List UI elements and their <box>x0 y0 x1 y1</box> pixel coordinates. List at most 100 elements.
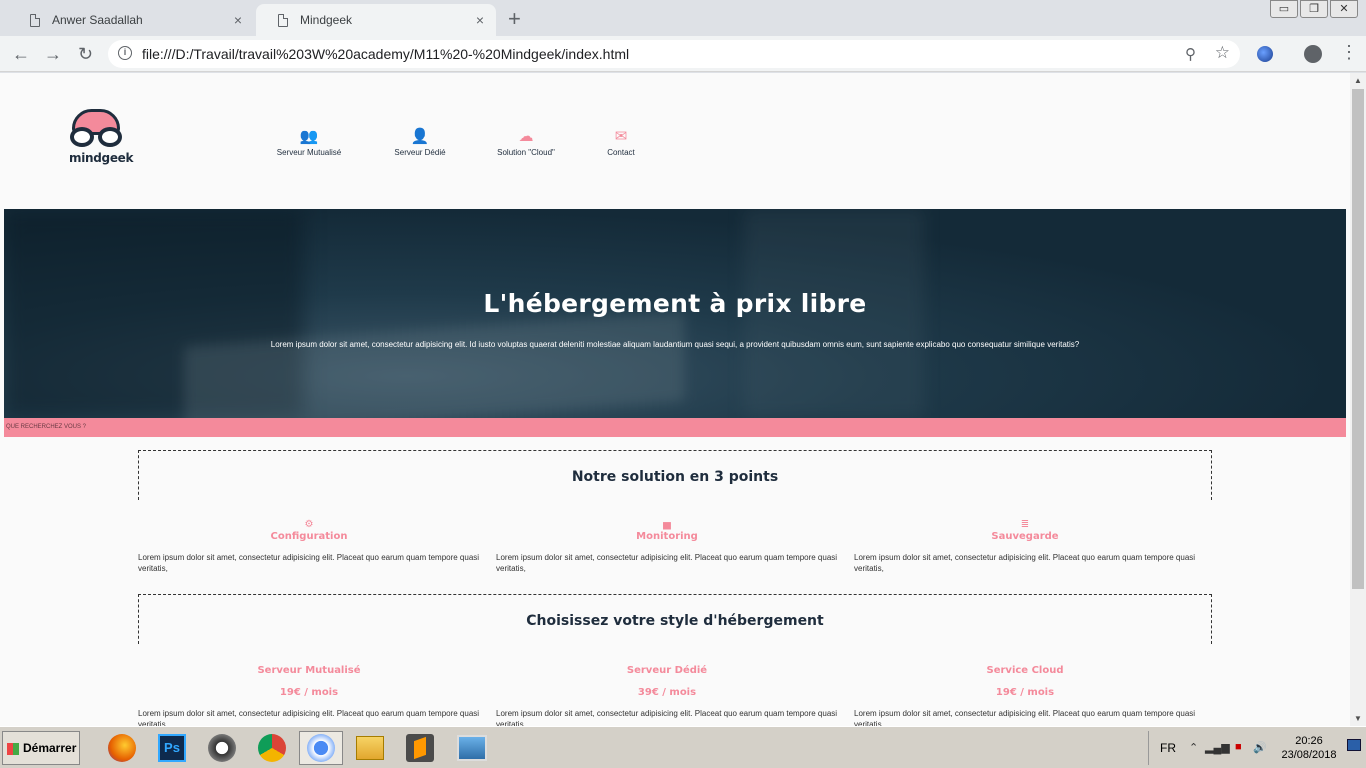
offer-title: Serveur Dédié <box>626 665 708 676</box>
url-text[interactable]: file:///D:/Travail/travail%203W%20academ… <box>142 46 629 62</box>
chrome-icon[interactable] <box>250 731 294 765</box>
menu-item-dedie[interactable]: 👤 Serveur Dédié <box>385 128 455 157</box>
menu-label: Contact <box>607 148 635 157</box>
point-title: Monitoring <box>636 531 698 542</box>
menu-label: Serveur Dédié <box>394 148 446 157</box>
new-tab-button[interactable]: + <box>508 6 521 32</box>
menu-label: Serveur Mutualisé <box>276 148 342 157</box>
tab-title: Mindgeek <box>300 13 353 27</box>
minimize-button[interactable]: ▭ <box>1270 0 1298 18</box>
info-icon[interactable]: i <box>118 46 132 60</box>
point-title: Sauvegarde <box>991 531 1059 542</box>
search-bar[interactable]: QUE RECHERCHEZ VOUS ? <box>4 418 1346 437</box>
menu-item-mutualise[interactable]: 👥 Serveur Mutualisé <box>270 128 348 157</box>
document-icon <box>278 13 288 27</box>
point-configuration: ⚙ Configuration Lorem ipsum dolor sit am… <box>138 519 480 574</box>
logo-text: mindgeek <box>69 151 134 165</box>
inkscape-icon[interactable] <box>200 731 244 765</box>
taskbar: Démarrer Ps FR ⌃ ▂▄▆ ■ 🔊 20:26 23/08/201… <box>0 726 1366 768</box>
tab-mindgeek[interactable]: Mindgeek × <box>256 4 496 36</box>
profile-avatar-icon[interactable] <box>1304 45 1322 63</box>
tab-strip: Anwer Saadallah × Mindgeek × + ▭ ❐ ✕ <box>0 0 1366 36</box>
cogs-icon: ⚙ <box>304 519 314 530</box>
menu-item-cloud[interactable]: ☁ Solution "Cloud" <box>488 128 564 157</box>
search-label: QUE RECHERCHEZ VOUS ? <box>6 424 87 430</box>
offer-mutualise[interactable]: Serveur Mutualisé 19€ / mois Lorem ipsum… <box>138 665 480 726</box>
extension-icon[interactable] <box>1257 46 1273 62</box>
clock-time: 20:26 <box>1295 735 1323 747</box>
show-desktop-icon[interactable] <box>1347 739 1361 751</box>
offer-price: 19€ / mois <box>279 687 339 698</box>
mindgeek-logo[interactable]: mindgeek <box>66 109 134 167</box>
tray-expand-icon[interactable]: ⌃ <box>1189 741 1198 754</box>
sublime-icon[interactable] <box>398 731 442 765</box>
menu-item-contact[interactable]: ✉ Contact <box>598 128 644 157</box>
close-tab-icon[interactable]: × <box>230 12 246 28</box>
styles-section-box: Choisissez votre style d'hébergement <box>138 594 1212 644</box>
offer-text: Lorem ipsum dolor sit amet, consectetur … <box>138 709 480 726</box>
window-controls: ▭ ❐ ✕ <box>1268 0 1358 18</box>
offer-cloud[interactable]: Service Cloud 19€ / mois Lorem ipsum dol… <box>854 665 1196 726</box>
offer-dedie[interactable]: Serveur Dédié 39€ / mois Lorem ipsum dol… <box>496 665 838 726</box>
page-viewport: mindgeek 👥 Serveur Mutualisé 👤 Serveur D… <box>0 73 1350 726</box>
menu-label: Solution "Cloud" <box>497 148 555 157</box>
offer-price: 19€ / mois <box>995 687 1055 698</box>
chrome-canary-icon[interactable] <box>299 731 343 765</box>
offer-text: Lorem ipsum dolor sit amet, consectetur … <box>854 709 1196 726</box>
address-bar[interactable]: i file:///D:/Travail/travail%203W%20acad… <box>108 40 1240 68</box>
tab-title: Anwer Saadallah <box>52 13 143 27</box>
start-button[interactable]: Démarrer <box>2 731 80 765</box>
explorer-icon[interactable] <box>348 731 392 765</box>
hero-text: Lorem ipsum dolor sit amet, consectetur … <box>270 340 1080 349</box>
hero-banner: L'hébergement à prix libre Lorem ipsum d… <box>4 209 1346 418</box>
forward-icon[interactable]: → <box>44 44 62 64</box>
user-icon: 👤 <box>410 128 430 145</box>
point-monitoring: ▅ Monitoring Lorem ipsum dolor sit amet,… <box>496 519 838 574</box>
scroll-up-icon[interactable]: ▲ <box>1354 76 1362 85</box>
point-title: Configuration <box>270 531 348 542</box>
database-icon: ≣ <box>1020 519 1030 530</box>
network-icon[interactable]: ▂▄▆ <box>1205 741 1230 754</box>
offer-text: Lorem ipsum dolor sit amet, consectetur … <box>496 709 838 726</box>
restore-button[interactable]: ❐ <box>1300 0 1328 18</box>
firefox-icon[interactable] <box>100 731 144 765</box>
zoom-icon[interactable]: ⚲ <box>1185 45 1196 63</box>
language-indicator[interactable]: FR <box>1160 741 1176 755</box>
reload-icon[interactable]: ↻ <box>78 44 93 64</box>
scrollbar-thumb[interactable] <box>1352 89 1364 589</box>
system-tray: FR ⌃ ▂▄▆ ■ 🔊 20:26 23/08/2018 <box>1148 731 1364 765</box>
points-section-box: Notre solution en 3 points <box>138 450 1212 500</box>
bookmark-star-icon[interactable]: ☆ <box>1215 43 1230 63</box>
document-icon <box>30 13 40 27</box>
image-viewer-icon[interactable] <box>450 731 494 765</box>
cloud-icon: ☁ <box>518 128 534 145</box>
point-text: Lorem ipsum dolor sit amet, consectetur … <box>496 553 838 573</box>
offer-title: Serveur Mutualisé <box>257 665 361 676</box>
tab-anwer[interactable]: Anwer Saadallah × <box>8 4 254 36</box>
volume-icon[interactable]: 🔊 <box>1253 741 1267 754</box>
section-title: Notre solution en 3 points <box>571 469 779 485</box>
browser-menu-icon[interactable]: ⋮ <box>1340 42 1358 63</box>
photoshop-label: Ps <box>158 734 186 762</box>
clock[interactable]: 20:26 23/08/2018 <box>1279 734 1339 762</box>
photoshop-icon[interactable]: Ps <box>150 731 194 765</box>
users-icon: 👥 <box>299 128 319 145</box>
offer-title: Service Cloud <box>986 665 1064 676</box>
clock-date: 23/08/2018 <box>1281 749 1337 761</box>
envelope-icon: ✉ <box>614 128 628 145</box>
back-icon[interactable]: ← <box>12 44 30 64</box>
point-text: Lorem ipsum dolor sit amet, consectetur … <box>854 553 1196 573</box>
scroll-down-icon[interactable]: ▼ <box>1354 714 1362 723</box>
glasses-icon <box>70 127 94 147</box>
glasses-icon <box>98 127 122 147</box>
section-title: Choisissez votre style d'hébergement <box>526 613 824 629</box>
security-icon[interactable]: ■ <box>1235 741 1242 753</box>
chart-icon: ▅ <box>663 519 671 530</box>
browser-toolbar: ← → ↻ i file:///D:/Travail/travail%203W%… <box>0 36 1366 72</box>
point-sauvegarde: ≣ Sauvegarde Lorem ipsum dolor sit amet,… <box>854 519 1196 574</box>
close-window-button[interactable]: ✕ <box>1330 0 1358 18</box>
close-tab-icon[interactable]: × <box>472 12 488 28</box>
point-text: Lorem ipsum dolor sit amet, consectetur … <box>138 553 480 573</box>
page-scrollbar[interactable]: ▲ ▼ <box>1350 73 1366 726</box>
hero-title: L'hébergement à prix libre <box>483 289 867 318</box>
